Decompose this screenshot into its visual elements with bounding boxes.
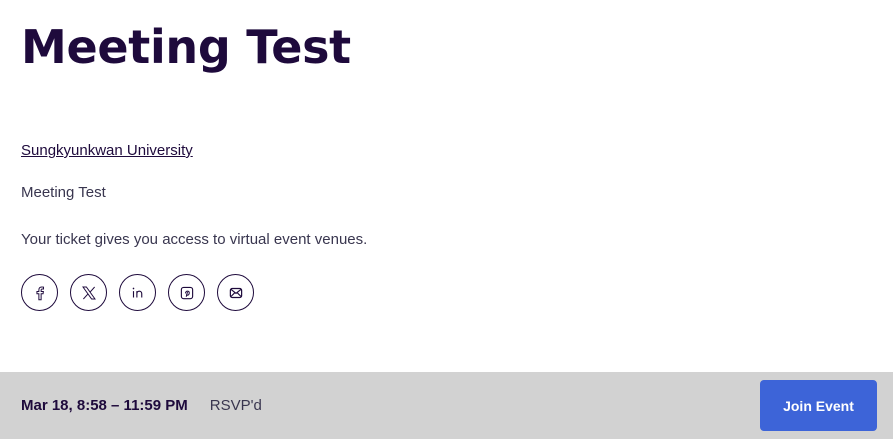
pinterest-icon	[180, 286, 193, 299]
share-buttons	[21, 274, 254, 311]
share-linkedin-button[interactable]	[119, 274, 156, 311]
share-x-button[interactable]	[70, 274, 107, 311]
share-facebook-button[interactable]	[21, 274, 58, 311]
organizer-link[interactable]: Sungkyunkwan University	[21, 142, 193, 159]
event-title: Meeting Test	[21, 20, 351, 74]
event-subtitle: Meeting Test	[21, 184, 106, 201]
facebook-icon	[35, 286, 44, 300]
event-date: Mar 18, 8:58 – 11:59 PM	[21, 397, 188, 414]
share-pinterest-button[interactable]	[168, 274, 205, 311]
x-twitter-icon	[81, 286, 96, 299]
rsvp-status: RSVP'd	[209, 397, 262, 414]
email-icon	[229, 287, 242, 298]
share-email-button[interactable]	[217, 274, 254, 311]
ticket-note: Your ticket gives you access to virtual …	[21, 231, 368, 248]
join-event-button[interactable]: Join Event	[760, 380, 877, 431]
linkedin-icon	[132, 287, 142, 297]
event-footer-bar: Mar 18, 8:58 – 11:59 PM RSVP'd Join Even…	[0, 372, 893, 439]
